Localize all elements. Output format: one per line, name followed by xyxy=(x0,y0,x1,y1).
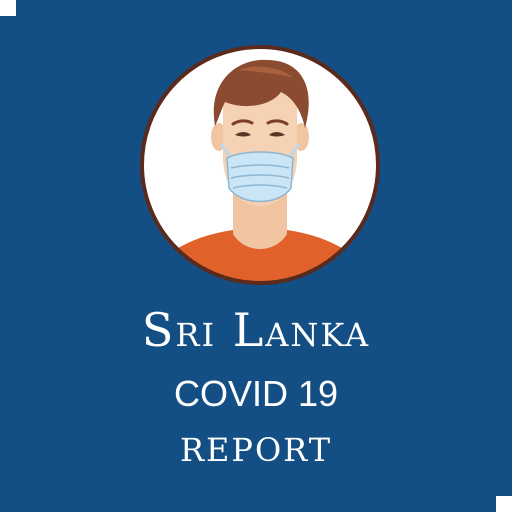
corner-notch-top-left xyxy=(0,0,16,16)
app-icon: Sri Lanka COVID 19 REPORT xyxy=(0,0,512,512)
masked-man-icon xyxy=(140,45,380,285)
covid-title: COVID 19 xyxy=(173,373,339,414)
country-title: Sri Lanka xyxy=(141,303,371,357)
report-title: REPORT xyxy=(179,431,333,469)
avatar xyxy=(135,40,385,290)
corner-notch-bottom-right xyxy=(496,496,512,512)
